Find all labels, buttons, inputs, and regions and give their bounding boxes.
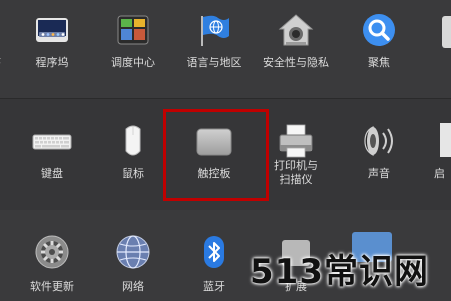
pane-mouse[interactable]: 鼠标 [97, 99, 169, 210]
pane-label: 安全性与隐私 [263, 56, 329, 69]
globe-flag-icon [201, 15, 229, 46]
gear-icon [35, 235, 69, 269]
pane-language-region[interactable]: 语言与地区 [178, 0, 250, 98]
pane-label: 软件更新 [30, 280, 74, 293]
pane-spotlight[interactable]: 聚焦 [343, 0, 415, 98]
pane-label: 程序坞 [35, 56, 69, 69]
mouse-icon [125, 125, 141, 156]
watermark-text: 513常识网 [250, 252, 429, 292]
pane-label: 键盘 [41, 167, 63, 180]
pane-keyboard[interactable]: 键盘 [16, 99, 88, 210]
pane-bluetooth[interactable]: 蓝牙 [178, 210, 250, 301]
pane-label: 调度中心 [111, 56, 155, 69]
preferences-row-1: 序 程序坞 调度中心 [0, 0, 451, 98]
globe-icon [116, 235, 150, 269]
pane-label: 启 [434, 167, 445, 180]
pane-software-update[interactable]: 软件更新 [16, 210, 88, 301]
pane-network[interactable]: 网络 [97, 210, 169, 301]
pane-label: 语言与地区 [186, 56, 242, 69]
dock-icon [36, 18, 68, 42]
bluetooth-icon [204, 236, 224, 268]
pane-partial-right-icon[interactable] [442, 16, 451, 48]
pane-label: 聚焦 [368, 56, 390, 69]
house-lock-icon [278, 14, 314, 46]
mission-control-icon [117, 15, 149, 45]
keyboard-icon [32, 134, 72, 150]
pane-partial-right[interactable]: 启 [420, 99, 451, 210]
pane-printers-scanners[interactable]: 打印机与 扫描仪 [260, 99, 332, 210]
magnifier-icon [363, 14, 395, 46]
trackpad-highlight-box [163, 109, 269, 201]
pane-sound[interactable]: 声音 [343, 99, 415, 210]
pane-label: 蓝牙 [203, 280, 225, 293]
pane-security-privacy[interactable]: 安全性与隐私 [260, 0, 332, 98]
printer-icon [279, 124, 313, 158]
pane-label: 序 [0, 56, 1, 70]
pane-label: 声音 [368, 167, 390, 180]
speaker-icon [364, 126, 393, 156]
partial-icon [440, 123, 451, 157]
pane-dock[interactable]: 程序坞 [16, 0, 88, 98]
pane-label: 网络 [122, 280, 144, 293]
pane-mission-control[interactable]: 调度中心 [97, 0, 169, 98]
